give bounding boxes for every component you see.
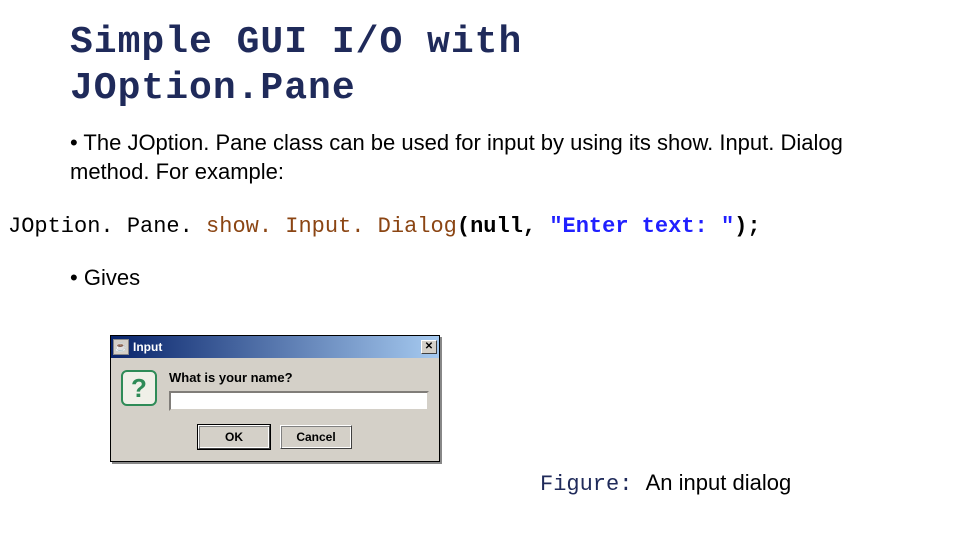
code-seg-method: show. Input. Dialog [206,214,457,239]
code-line: JOption. Pane. show. Input. Dialog(null,… [0,186,960,239]
figure-text: An input dialog [646,470,792,495]
bullet-2: Gives [0,239,960,291]
ok-button[interactable]: OK [198,425,270,449]
bullet-2-text: Gives [84,265,140,290]
close-button[interactable]: ✕ [421,340,437,354]
bullet-dot [70,265,84,290]
dialog-content-row: ? What is your name? [121,368,429,411]
input-dialog: ☕ Input ✕ ? What is your name? OK Cancel [110,335,440,462]
dialog-text-input[interactable] [169,391,429,411]
code-seg-null: null [470,214,523,239]
bullet-1: The JOption. Pane class can be used for … [0,111,960,186]
dialog-body: ? What is your name? OK Cancel [111,358,439,461]
figure-label: Figure: [540,472,646,497]
dialog-screenshot: ☕ Input ✕ ? What is your name? OK Cancel [110,335,440,462]
code-seg-string: "Enter text: " [549,214,734,239]
code-seg-comma: , [523,214,549,239]
dialog-right-col: What is your name? [169,368,429,411]
dialog-titlebar: ☕ Input ✕ [111,336,439,358]
title-line-1: Simple GUI I/O with [70,21,522,64]
code-seg-class: JOption. Pane. [8,214,206,239]
bullet-dot [70,130,83,155]
title-line-2: JOption.Pane [70,67,356,110]
dialog-prompt: What is your name? [169,368,429,385]
dialog-button-row: OK Cancel [121,425,429,449]
figure-caption: Figure: An input dialog [540,470,791,497]
code-seg-rparen: ); [734,214,760,239]
bullet-1-text: The JOption. Pane class can be used for … [70,130,843,184]
dialog-title: Input [133,340,421,354]
slide-title: Simple GUI I/O with JOption.Pane [0,0,960,111]
code-seg-lparen: ( [457,214,470,239]
question-icon: ? [121,370,157,406]
java-cup-icon: ☕ [113,339,129,355]
cancel-button[interactable]: Cancel [280,425,352,449]
